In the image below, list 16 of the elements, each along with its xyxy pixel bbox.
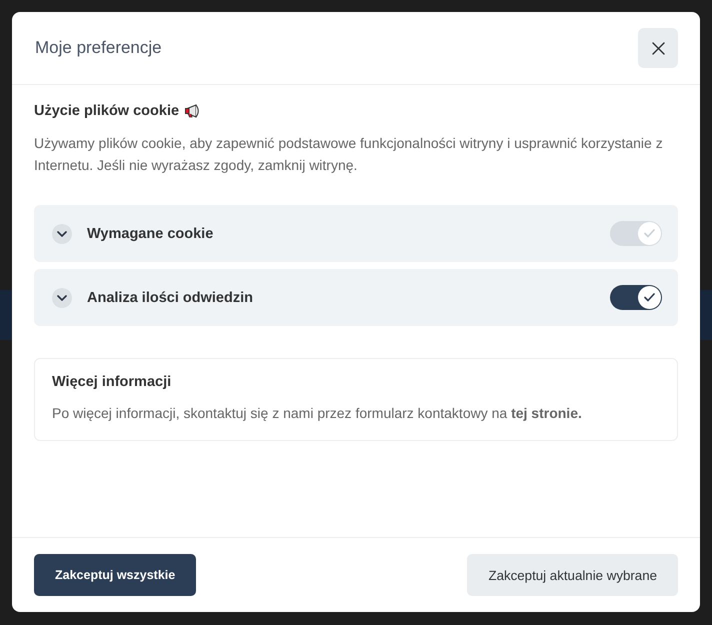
- chevron-icon[interactable]: [52, 288, 72, 308]
- accept-selected-button[interactable]: Zakceptuj aktualnie wybrane: [467, 554, 678, 596]
- check-icon: [644, 229, 655, 238]
- intro-text: Używamy plików cookie, aby zapewnić podstawowe funkcjonalności witryny i usprawnić korzystanie z Internetu. Jeśli nie wyrażasz zgody, zamknij witrynę.: [34, 134, 664, 175]
- cookie-category[interactable]: Analiza ilości odwiedzin: [34, 269, 678, 326]
- section-heading: Użycie plików cookie: [34, 103, 180, 119]
- dialog-title: Moje preferencje: [35, 38, 162, 58]
- category-label: Wymagane cookie: [87, 226, 214, 242]
- close-button[interactable]: [638, 28, 678, 68]
- close-icon: [652, 42, 664, 54]
- toggle-switch[interactable]: [610, 285, 662, 310]
- check-icon: [644, 293, 655, 302]
- info-text: Po więcej informacji, skontaktuj się z nami przez formularz kontaktowy na tej stronie.: [52, 404, 583, 422]
- category-label: Analiza ilości odwiedzin: [87, 290, 254, 306]
- info-heading: Więcej informacji: [52, 374, 172, 390]
- accept-all-button[interactable]: Zakceptuj wszystkie: [34, 554, 196, 596]
